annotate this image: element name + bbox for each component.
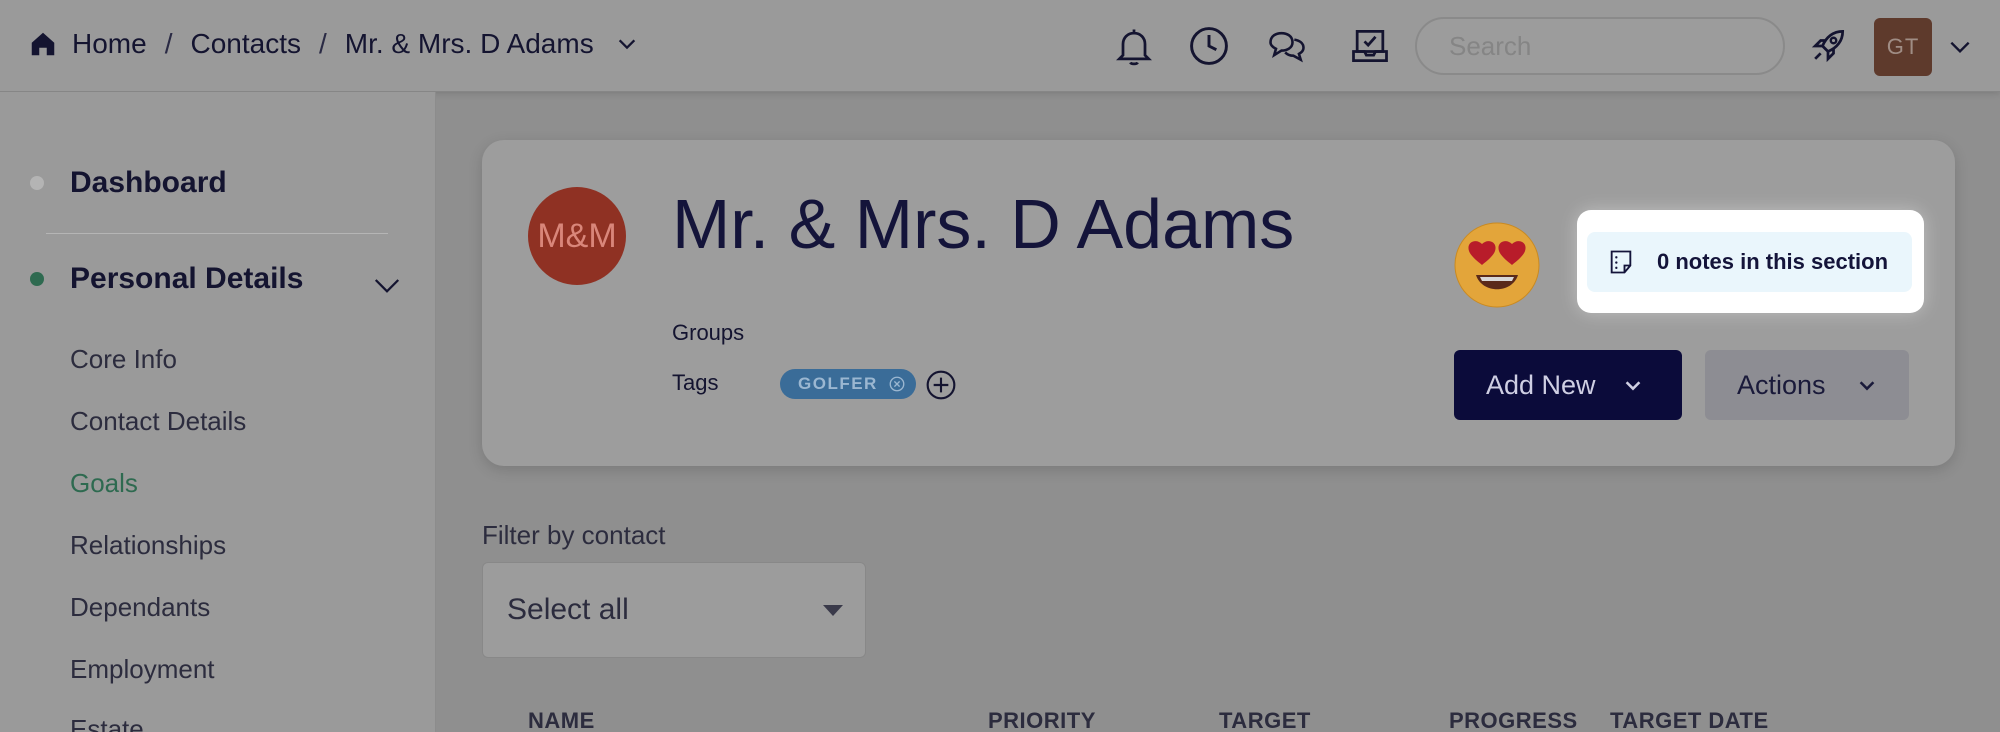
contact-filter-select[interactable]: Select all (482, 562, 866, 658)
sidebar-item-label: Personal Details (70, 262, 304, 295)
breadcrumb-current[interactable]: Mr. & Mrs. D Adams (345, 28, 594, 60)
page-title: Mr. & Mrs. D Adams (672, 185, 1295, 263)
sidebar: Dashboard Personal Details Core Info Con… (0, 92, 436, 732)
sidebar-item-relationships[interactable]: Relationships (70, 530, 226, 561)
column-header-name[interactable]: NAME (528, 708, 595, 732)
breadcrumb-separator: / (318, 28, 327, 59)
status-dot (30, 176, 44, 190)
home-icon[interactable] (28, 29, 58, 59)
caret-down-icon (823, 605, 843, 616)
column-header-priority[interactable]: PRIORITY (988, 708, 1096, 732)
chat-icon[interactable] (1265, 24, 1309, 68)
sidebar-item-personal-details[interactable]: Personal Details (30, 262, 303, 296)
column-header-progress[interactable]: PROGRESS (1449, 708, 1578, 732)
breadcrumb-separator: / (164, 28, 173, 59)
tag-label: GOLFER (798, 374, 878, 393)
notes-button[interactable]: 0 notes in this section (1587, 232, 1912, 292)
user-avatar[interactable]: GT (1874, 18, 1932, 76)
sidebar-item-goals[interactable]: Goals (70, 468, 138, 499)
column-header-target-date[interactable]: TARGET DATE (1610, 708, 1769, 732)
notes-highlight: 0 notes in this section (1577, 210, 1924, 313)
status-dot (30, 272, 44, 286)
sidebar-item-dashboard[interactable]: Dashboard (30, 166, 227, 200)
breadcrumb-home[interactable]: Home (72, 28, 147, 60)
rocket-icon[interactable] (1806, 24, 1850, 68)
groups-label: Groups (672, 320, 745, 345)
add-new-label: Add New (1486, 369, 1596, 400)
sidebar-item-contact-details[interactable]: Contact Details (70, 406, 246, 437)
sidebar-item-dependants[interactable]: Dependants (70, 592, 210, 623)
tags-label: Tags (672, 370, 719, 395)
note-icon (1610, 250, 1632, 274)
select-value: Select all (507, 593, 629, 626)
tag-chip[interactable]: GOLFER (780, 369, 916, 399)
actions-button[interactable]: Actions (1705, 350, 1909, 420)
heart-eyes-emoji-icon (1454, 222, 1540, 308)
chevron-down-icon (1625, 381, 1640, 391)
column-header-target[interactable]: TARGET (1219, 708, 1311, 732)
tasks-icon[interactable] (1348, 24, 1392, 68)
sidebar-item-core-info[interactable]: Core Info (70, 344, 177, 375)
add-tag-icon[interactable] (925, 369, 957, 401)
sidebar-item-label: Dashboard (70, 166, 227, 199)
breadcrumb: Home / Contacts / Mr. & Mrs. D Adams (28, 28, 638, 60)
top-bar: Home / Contacts / Mr. & Mrs. D Adams Sea… (0, 0, 2000, 92)
notes-label: 0 notes in this section (1657, 249, 1889, 274)
chevron-down-icon[interactable] (1947, 34, 1973, 60)
remove-tag-icon[interactable] (888, 375, 906, 393)
add-new-button[interactable]: Add New (1454, 350, 1682, 420)
clock-icon[interactable] (1187, 24, 1231, 68)
sidebar-item-estate[interactable]: Estate (70, 714, 144, 732)
chevron-down-icon (1859, 381, 1874, 391)
search-input[interactable]: Search (1415, 17, 1785, 75)
actions-label: Actions (1737, 369, 1826, 400)
filter-label: Filter by contact (482, 520, 666, 550)
bell-icon[interactable] (1112, 24, 1156, 68)
contact-avatar: M&M (528, 187, 626, 285)
divider (46, 233, 388, 234)
sidebar-item-employment[interactable]: Employment (70, 654, 215, 685)
chevron-down-icon[interactable] (616, 33, 638, 55)
chevron-down-icon[interactable] (372, 270, 402, 300)
breadcrumb-contacts[interactable]: Contacts (190, 28, 301, 60)
